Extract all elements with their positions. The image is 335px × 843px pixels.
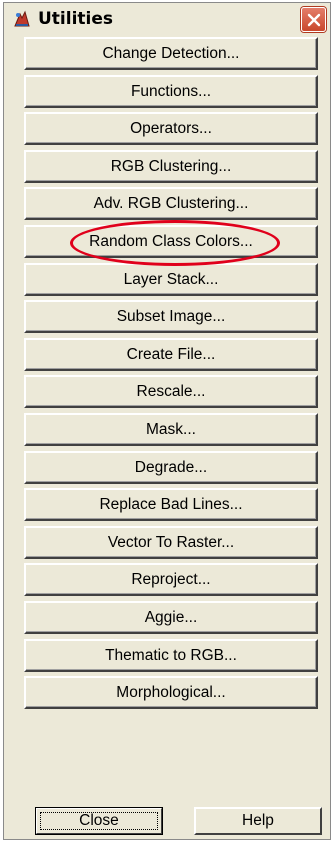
close-x-icon[interactable]	[301, 7, 326, 32]
layer-stack-button[interactable]: Layer Stack...	[24, 263, 318, 296]
create-file-button[interactable]: Create File...	[24, 338, 318, 371]
focus-rectangle	[40, 812, 158, 830]
rescale-button[interactable]: Rescale...	[24, 375, 318, 408]
degrade-button[interactable]: Degrade...	[24, 451, 318, 484]
change-detection-button[interactable]: Change Detection...	[24, 37, 318, 70]
mask-button[interactable]: Mask...	[24, 413, 318, 446]
replace-bad-lines-button[interactable]: Replace Bad Lines...	[24, 488, 318, 521]
adv-rgb-clustering-button[interactable]: Adv. RGB Clustering...	[24, 187, 318, 220]
help-button-label: Help	[242, 812, 274, 829]
subset-image-button[interactable]: Subset Image...	[24, 300, 318, 333]
utilities-app-icon	[12, 9, 32, 29]
vector-to-raster-button[interactable]: Vector To Raster...	[24, 526, 318, 559]
window-title: Utilities	[38, 9, 114, 29]
thematic-to-rgb-button[interactable]: Thematic to RGB...	[24, 639, 318, 672]
title-bar[interactable]: Utilities	[4, 3, 330, 35]
utilities-window: Utilities Change Detection... Functions..…	[3, 2, 331, 840]
random-class-colors-button[interactable]: Random Class Colors...	[24, 225, 318, 258]
operators-button[interactable]: Operators...	[24, 112, 318, 145]
help-button[interactable]: Help	[194, 807, 322, 835]
functions-button[interactable]: Functions...	[24, 75, 318, 108]
reproject-button[interactable]: Reproject...	[24, 563, 318, 596]
rgb-clustering-button[interactable]: RGB Clustering...	[24, 150, 318, 183]
aggie-button[interactable]: Aggie...	[24, 601, 318, 634]
close-button[interactable]: Close	[35, 807, 163, 835]
morphological-button[interactable]: Morphological...	[24, 676, 318, 709]
